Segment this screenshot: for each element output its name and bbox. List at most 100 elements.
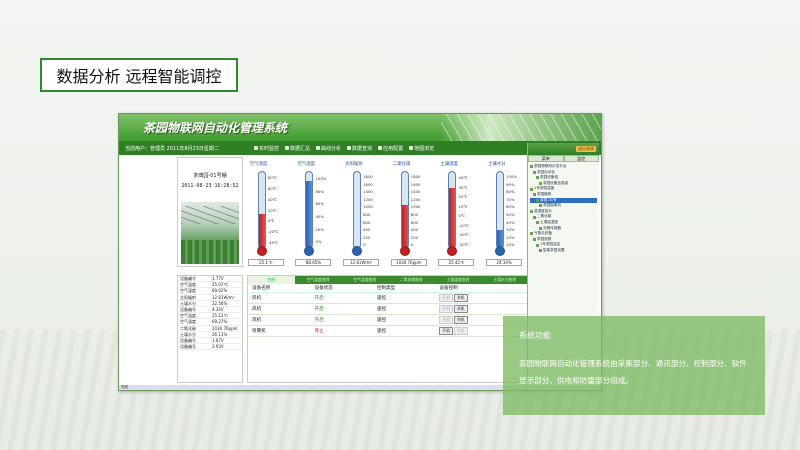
device-name: 风机 (248, 303, 311, 315)
device-tab[interactable]: 土壤温度曲线 (435, 276, 482, 284)
menu-item[interactable]: 应用配置 (378, 145, 403, 152)
power-on-button[interactable]: 开机 (439, 293, 453, 302)
gauge-tick-label: 1000 (410, 204, 421, 210)
gauge-tick-label: 40% (315, 214, 324, 220)
device-control-buttons: 开机 关机 (435, 292, 528, 304)
gauge-tick-label: 20% (315, 226, 324, 232)
tree-node-label: 智能茶园设置 (543, 247, 565, 252)
device-name: 风机 (248, 314, 311, 326)
gauge-tick-label: 1200 (410, 196, 421, 202)
menu-item-label: 实时监控 (259, 145, 280, 152)
menu-item[interactable]: 数据查询 (347, 145, 372, 152)
device-tab[interactable]: 土壤水分曲线 (481, 276, 528, 284)
power-off-button[interactable]: 关机 (454, 315, 468, 324)
reading-value: 25.07℃ (212, 282, 228, 288)
gauge-tick-label: -30℃ (458, 241, 469, 247)
gauge: 空气温度 80℃ 60℃ 40℃ 20℃ 0℃ -20℃ -40℃ 25.1℃ (244, 157, 290, 267)
menu-item[interactable]: 数据汇总 (285, 145, 310, 152)
gauge-ticks: 80℃ 60℃ 40℃ 20℃ 0℃ -20℃ -40℃ (268, 173, 278, 249)
folder-icon (533, 170, 536, 174)
gauge-tick-label: 80% (315, 188, 324, 194)
gauge-tick-label: 90% (506, 181, 515, 187)
gauge-readout: 25.1℃ (247, 259, 284, 266)
menu-item[interactable]: 地图浏览 (409, 145, 434, 152)
gauge-tick-label: -10℃ (458, 222, 469, 228)
gauge-tick-label: -40℃ (267, 240, 279, 246)
device-tab[interactable]: 空气湿度曲线 (341, 276, 388, 284)
gauge-tick-label: 1400 (363, 189, 373, 195)
reading-label: 土壤水分 (180, 331, 196, 337)
power-off-button[interactable]: 关机 (454, 293, 468, 302)
reading-label: 太阳辐射 (180, 294, 196, 300)
info-text: 茶园物联网自动化管理系统由采集部分、通讯部分、控制部分、软件显示部分、供电和防雷… (519, 359, 747, 385)
gauge-tick-label: 0 (363, 242, 366, 248)
gauge-tick-label: 80% (506, 189, 515, 195)
gauge-tick-label: 10℃ (458, 203, 468, 209)
power-on-button[interactable]: 开机 (439, 315, 453, 324)
thermometer-bulb (399, 246, 410, 256)
gauge-tick-label: 1000 (363, 204, 373, 210)
gauge-tick-label: 800 (410, 211, 419, 217)
sidebar-tab[interactable]: 菜单 (528, 155, 564, 162)
gauge-tick-label: 40℃ (458, 175, 468, 180)
gauge-readout: 1030.76ppm (390, 259, 427, 266)
gauge: 土壤水分 100% 90% 80% 70% 60% 50% 40% 30% 20% 10% 24.34… (482, 157, 528, 267)
menu-item[interactable]: 实时监控 (254, 145, 279, 152)
device-control-type: 遥控 (372, 314, 436, 326)
power-off-button[interactable]: 关机 (454, 326, 468, 335)
device-row: 风机 开启 遥控 开机 关机 (248, 292, 528, 304)
sidebar-tabs: 菜单 监控 (528, 155, 599, 162)
thermometer-tube (448, 171, 457, 249)
gauge-ticks: 40℃ 30℃ 20℃ 10℃ 0℃ -10℃ -20℃ -30℃ (458, 173, 468, 249)
gauge-tick-label: 100% (506, 174, 517, 179)
folder-icon (536, 198, 539, 202)
gauge-tick-label: 30% (506, 227, 515, 233)
device-name: 喷雾机 (248, 325, 311, 337)
folder-icon (533, 238, 536, 242)
gauge-tick-label: 1200 (363, 196, 373, 202)
device-state: 开启 (310, 292, 373, 304)
device-control-type: 遥控 (372, 303, 436, 315)
reading-label: 二氧化碳 (180, 325, 196, 331)
thermometer-tube (257, 171, 266, 249)
device-column-header: 设备状态 (310, 284, 373, 293)
tree-node[interactable]: 智能茶园设置 (530, 248, 597, 254)
reading-value: 69.27% (212, 319, 228, 325)
gauge: 空气湿度 100% 80% 60% 40% 20% 0% 88.65% (291, 157, 337, 267)
menu-item[interactable]: 曲线分析 (316, 145, 341, 152)
exit-button[interactable]: 退出系统 (576, 146, 596, 152)
sidebar-tab[interactable]: 监控 (563, 155, 599, 162)
gauge-tick-label: 50% (506, 211, 515, 217)
device-tab[interactable]: 空气温度曲线 (295, 276, 342, 284)
device-tab[interactable]: 二氧化碳曲线 (388, 276, 435, 284)
sidebar-header: 退出系统 (528, 143, 599, 155)
gauge-ticks: 100% 80% 60% 40% 20% 0% (315, 173, 326, 249)
reading-label: 土壤水分 (180, 300, 196, 306)
gauge-tick-label: 10% (506, 242, 515, 248)
reading-value: 3.93V (212, 344, 224, 350)
gauge-tick-label: 60% (315, 201, 324, 207)
power-off-button[interactable]: 关机 (454, 304, 468, 313)
gauge-readout: 12.81W/m² (343, 259, 380, 266)
folder-icon (533, 193, 536, 197)
reading-value: 25.12℃ (212, 313, 228, 319)
reading-value: 3.77V (212, 276, 224, 281)
gauge-readout: 24.34% (486, 259, 523, 266)
dashboard-main: 茶博园-01号棚 2011-08-23 16:28:52 空气温度 80℃ 60℃ 4… (177, 157, 529, 385)
thermometer-bulb (447, 246, 458, 256)
gauge-tick-label: 0 (410, 242, 414, 248)
device-tab[interactable]: 控制 (248, 276, 295, 284)
photo-plants (181, 240, 239, 264)
gauge-tick-label: 0℃ (458, 213, 466, 218)
reading-value: 3.87V (212, 337, 224, 343)
gauge-ticks: 100% 90% 80% 70% 60% 50% 40% 30% 20% 10% (506, 173, 517, 249)
gauge-tick-label: 400 (410, 227, 419, 233)
device-table-header: 设备名称 设备状态 控制类型 设备控制 (248, 284, 528, 293)
gauge-tick-label: 600 (410, 219, 419, 225)
gauge-tick-label: 1600 (410, 181, 421, 187)
gauge-tick-label: 800 (363, 211, 371, 217)
power-on-button[interactable]: 开机 (439, 326, 453, 335)
gauge-fill (258, 213, 265, 248)
gauge-tick-label: 1800 (410, 174, 421, 179)
power-on-button[interactable]: 开机 (439, 304, 453, 313)
